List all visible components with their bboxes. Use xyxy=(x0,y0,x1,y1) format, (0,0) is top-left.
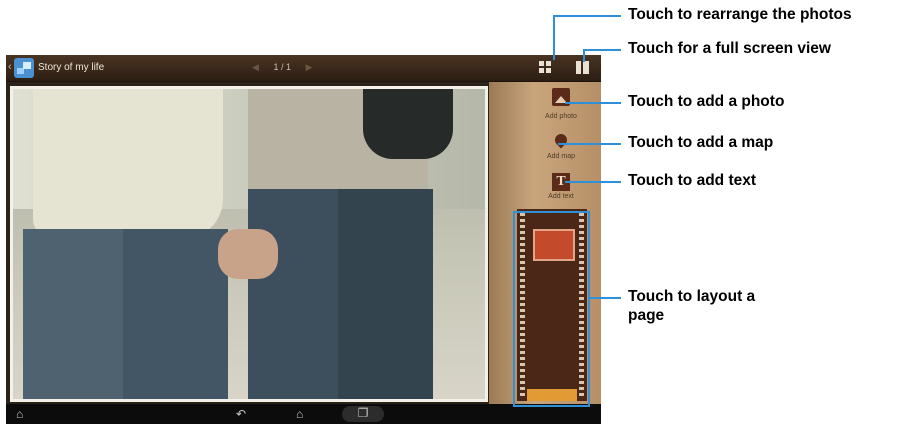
callout-rearrange: Touch to rearrange the photos xyxy=(628,6,852,23)
page-indicator: 1 / 1 xyxy=(273,62,291,72)
couple-photo xyxy=(13,89,485,399)
back-icon[interactable]: ↶ xyxy=(236,407,246,421)
home-icon[interactable]: ⌂ xyxy=(296,407,303,421)
recent-apps-icon[interactable]: ❐ xyxy=(342,406,384,422)
callout-layout-line1: Touch to layout a xyxy=(628,288,756,305)
layout-highlight-box xyxy=(513,211,590,407)
photo-frame[interactable] xyxy=(10,86,488,402)
callout-line xyxy=(558,143,621,145)
full-screen-icon[interactable] xyxy=(576,61,589,74)
add-photo-button[interactable]: Add photo xyxy=(531,88,591,120)
callout-line xyxy=(553,15,555,60)
rearrange-photos-icon[interactable] xyxy=(539,61,552,74)
app-icon[interactable] xyxy=(14,58,34,78)
callout-add-text: Touch to add text xyxy=(628,172,757,189)
callout-full-screen: Touch for a full screen view xyxy=(628,40,831,57)
add-text-label: Add text xyxy=(548,193,574,200)
system-nav-bar: ⌂ ↶ ⌂ ❐ xyxy=(6,404,601,424)
app-top-bar: ‹ Story of my life ◀ 1 / 1 ▶ xyxy=(6,55,601,82)
callout-layout-line2: page xyxy=(628,307,665,324)
add-map-label: Add map xyxy=(546,153,576,160)
story-title: Story of my life xyxy=(38,62,105,73)
callout-add-map: Touch to add a map xyxy=(628,134,774,151)
callout-line xyxy=(583,49,621,51)
callout-line xyxy=(553,15,621,17)
back-chevron-icon[interactable]: ‹ xyxy=(8,61,12,73)
add-map-button[interactable]: Add map xyxy=(531,131,591,160)
map-pin-icon xyxy=(552,131,570,149)
tablet-screen: ‹ Story of my life ◀ 1 / 1 ▶ Add photo A… xyxy=(6,55,601,424)
add-photo-label: Add photo xyxy=(545,113,577,120)
add-text-button[interactable]: T Add text xyxy=(531,172,591,200)
callout-add-photo: Touch to add a photo xyxy=(628,93,785,110)
callout-line xyxy=(590,297,621,299)
callout-line xyxy=(565,102,621,104)
home-bar-icon[interactable]: ⌂ xyxy=(16,407,23,421)
next-page-icon[interactable]: ▶ xyxy=(305,62,312,72)
prev-page-icon[interactable]: ◀ xyxy=(252,62,259,72)
callout-line xyxy=(565,181,621,183)
page-pager: ◀ 1 / 1 ▶ xyxy=(252,62,312,73)
